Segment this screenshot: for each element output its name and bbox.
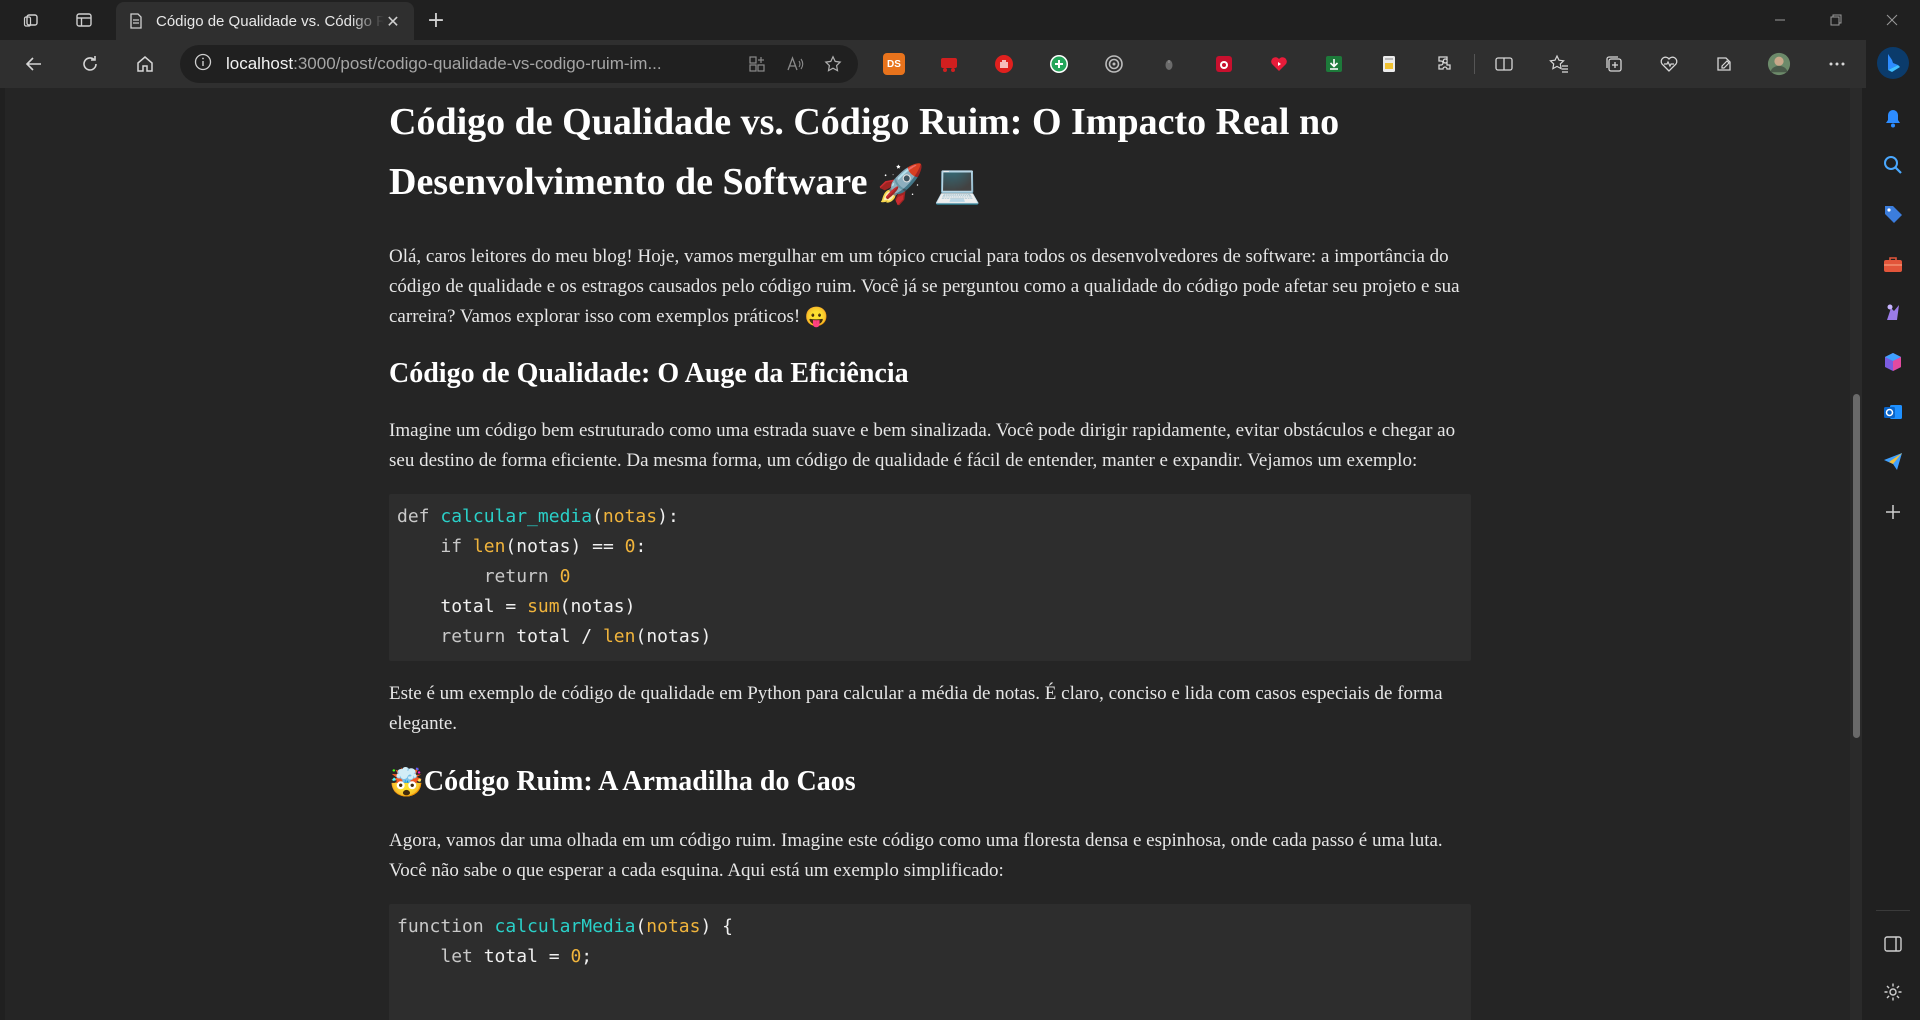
split-screen-icon[interactable] xyxy=(1492,52,1516,76)
restore-icon[interactable] xyxy=(1808,0,1864,40)
add-sidebar-app-icon[interactable] xyxy=(1879,498,1907,526)
title-bar: Código de Qualidade vs. Código Ruim ✕ + xyxy=(0,0,1920,40)
url-path: :3000/post/codigo-qualidade-vs-codigo-ru… xyxy=(293,54,662,73)
outlook-icon[interactable] xyxy=(1879,398,1907,426)
tab-title: Código de Qualidade vs. Código Ruim xyxy=(156,12,384,30)
url-host: localhost xyxy=(226,54,294,73)
section2-heading: 🤯Código Ruim: A Armadilha do Caos xyxy=(389,762,1471,804)
article-title: Código de Qualidade vs. Código Ruim: O I… xyxy=(389,92,1471,215)
profile-avatar[interactable] xyxy=(1767,52,1791,76)
download-extension-icon[interactable] xyxy=(1323,53,1345,75)
blog-article: Código de Qualidade vs. Código Ruim: O I… xyxy=(389,88,1471,1020)
section2-heading-text: Código Ruim: A Armadilha do Caos xyxy=(423,765,856,797)
tab-active[interactable]: Código de Qualidade vs. Código Ruim ✕ xyxy=(116,2,414,40)
red-bus-extension-icon[interactable] xyxy=(938,53,960,75)
refresh-icon[interactable] xyxy=(72,48,108,80)
read-aloud-icon[interactable] xyxy=(784,53,806,75)
heart-play-extension-icon[interactable] xyxy=(1268,53,1290,75)
browser-essentials-icon[interactable] xyxy=(1657,52,1681,76)
back-icon[interactable] xyxy=(16,48,52,80)
tongue-emoji-icon: 😛 xyxy=(804,306,829,328)
stop-hand-extension-icon[interactable] xyxy=(993,53,1015,75)
tab-close-icon[interactable]: ✕ xyxy=(384,12,402,31)
bug-extension-icon[interactable] xyxy=(1213,53,1235,75)
sidebar-settings-gear-icon[interactable] xyxy=(1879,978,1907,1006)
url-text[interactable]: localhost:3000/post/codigo-qualidade-vs-… xyxy=(226,54,730,74)
send-paper-plane-icon[interactable] xyxy=(1879,447,1907,475)
more-options-icon[interactable] xyxy=(1825,52,1849,76)
page-scrollbar[interactable] xyxy=(1850,88,1862,1020)
code-block-python[interactable]: def calcular_media(notas): if len(notas)… xyxy=(389,493,1471,661)
site-info-icon[interactable] xyxy=(194,53,212,75)
intro-text: Olá, caros leitores do meu blog! Hoje, v… xyxy=(389,246,1460,328)
home-icon[interactable] xyxy=(127,48,163,80)
page-viewport: Código de Qualidade vs. Código Ruim: O I… xyxy=(5,88,1860,1020)
page-favicon-icon xyxy=(128,13,144,29)
target-extension-icon[interactable] xyxy=(1103,53,1125,75)
app-available-icon[interactable] xyxy=(746,53,768,75)
notes-extension-icon[interactable] xyxy=(1378,53,1400,75)
rocket-icon: 🚀 xyxy=(876,164,925,207)
code-block-javascript[interactable]: function calcularMedia(notas) { let tota… xyxy=(389,903,1471,1020)
extensions-puzzle-icon[interactable] xyxy=(1433,52,1457,76)
ds-extension-icon[interactable]: DS xyxy=(883,53,905,75)
mouse-extension-icon[interactable] xyxy=(1158,53,1180,75)
toolbar-divider xyxy=(1474,54,1475,74)
favorites-icon[interactable] xyxy=(1547,52,1571,76)
microsoft-365-icon[interactable] xyxy=(1879,348,1907,376)
games-icon[interactable] xyxy=(1879,299,1907,327)
section1-after-paragraph: Este é um exemplo de código de qualidade… xyxy=(389,682,1443,734)
workspaces-icon[interactable] xyxy=(16,6,48,34)
sidebar-divider xyxy=(1876,910,1910,911)
address-bar[interactable]: localhost:3000/post/codigo-qualidade-vs-… xyxy=(180,45,858,83)
shopping-tag-icon[interactable] xyxy=(1879,200,1907,228)
laptop-icon: 💻 xyxy=(933,164,982,207)
scrollbar-thumb[interactable] xyxy=(1853,394,1860,738)
intro-paragraph: Olá, caros leitores do meu blog! Hoje, v… xyxy=(389,242,1471,333)
copilot-compose-icon[interactable] xyxy=(1712,52,1736,76)
section1-heading: Código de Qualidade: O Auge da Eficiênci… xyxy=(389,357,909,389)
copilot-icon[interactable] xyxy=(1876,46,1910,80)
section2-paragraph: Agora, vamos dar uma olhada em um código… xyxy=(389,829,1443,881)
hide-sidebar-icon[interactable] xyxy=(1879,930,1907,958)
favorite-star-icon[interactable] xyxy=(822,53,844,75)
new-tab-button[interactable]: + xyxy=(420,6,452,34)
edge-sidebar xyxy=(1866,40,1920,1020)
tools-briefcase-icon[interactable] xyxy=(1879,250,1907,278)
section1-paragraph: Imagine um código bem estruturado como u… xyxy=(389,419,1456,471)
tab-actions-icon[interactable] xyxy=(68,6,100,34)
search-icon[interactable] xyxy=(1879,151,1907,179)
close-window-icon[interactable] xyxy=(1864,0,1920,40)
collections-icon[interactable] xyxy=(1602,52,1626,76)
article-title-text: Código de Qualidade vs. Código Ruim: O I… xyxy=(389,101,1340,203)
green-plus-extension-icon[interactable] xyxy=(1048,53,1070,75)
exploding-head-icon: 🤯 xyxy=(389,767,424,799)
minimize-icon[interactable] xyxy=(1752,0,1808,40)
browser-toolbar: localhost:3000/post/codigo-qualidade-vs-… xyxy=(0,40,1920,88)
notifications-bell-icon[interactable] xyxy=(1879,104,1907,132)
